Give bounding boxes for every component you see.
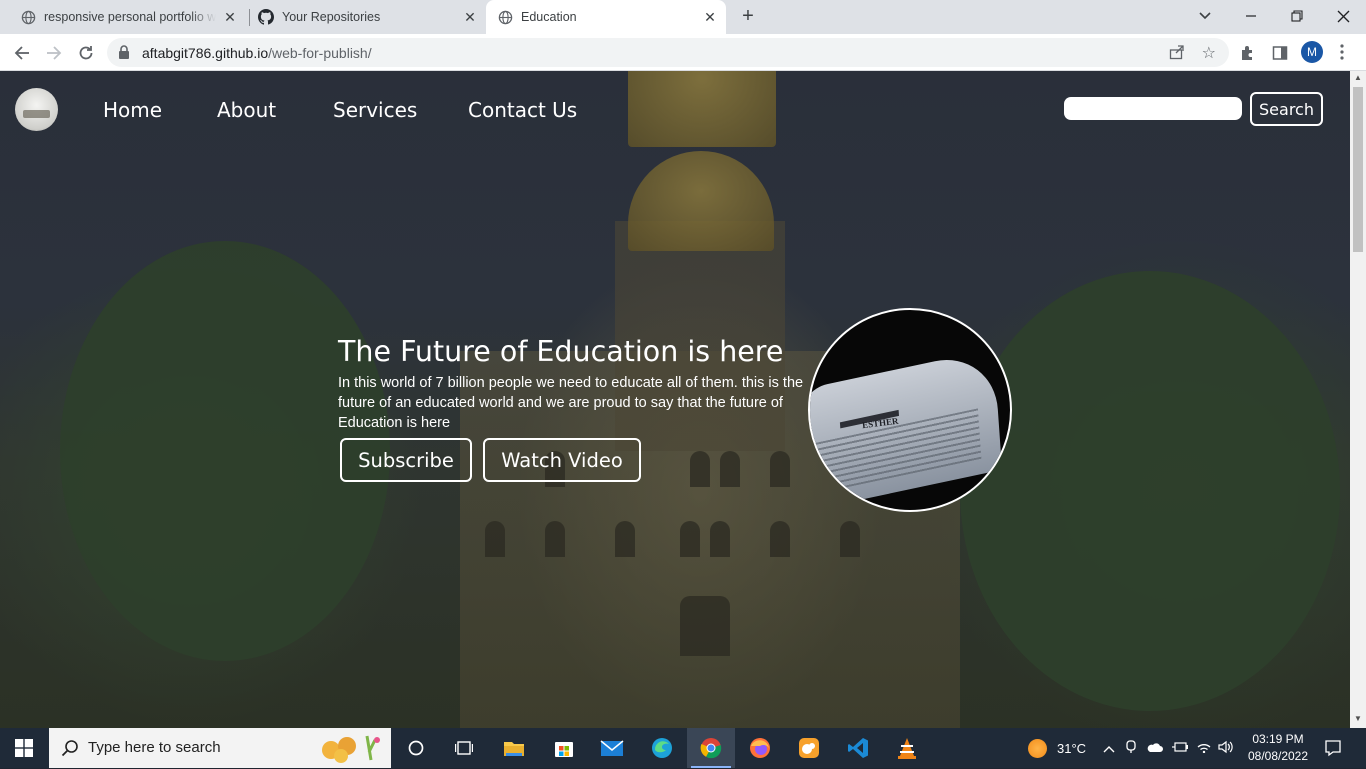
forward-arrow-icon[interactable] (43, 42, 65, 64)
meet-now-icon[interactable] (1125, 739, 1137, 757)
site-search-button[interactable]: Search (1250, 92, 1323, 126)
globe-icon (20, 9, 36, 25)
github-icon (258, 9, 274, 25)
tab-separator (249, 9, 250, 26)
more-menu-icon[interactable] (1339, 43, 1345, 63)
book-page (810, 348, 1003, 510)
close-window-icon[interactable] (1320, 0, 1366, 32)
subscribe-button[interactable]: Subscribe (340, 438, 472, 482)
cortana-icon[interactable] (392, 728, 440, 768)
window (615, 521, 635, 557)
battery-plug-icon[interactable] (1172, 741, 1188, 756)
page-viewport: Home About Services Contact Us Search Th… (0, 71, 1350, 728)
close-tab-icon[interactable]: ✕ (702, 9, 718, 25)
tab-strip: responsive personal portfolio website ✕ … (0, 0, 1366, 34)
task-view-icon[interactable] (440, 728, 488, 768)
sun-icon (1028, 738, 1047, 758)
url-host: aftabgit786.github.io (142, 45, 269, 61)
system-tray (1103, 728, 1234, 768)
extensions-puzzle-icon[interactable] (1238, 43, 1258, 63)
window (710, 521, 730, 557)
tab-title: Education (521, 10, 577, 24)
profile-avatar[interactable]: M (1301, 41, 1323, 63)
nav-services[interactable]: Services (333, 98, 417, 122)
tab-education[interactable]: Education ✕ (486, 0, 726, 34)
restore-icon[interactable] (1274, 0, 1320, 32)
window (720, 451, 740, 487)
side-panel-icon[interactable] (1270, 43, 1290, 63)
share-icon[interactable] (1169, 44, 1185, 65)
close-tab-icon[interactable]: ✕ (462, 9, 478, 25)
watch-video-button[interactable]: Watch Video (483, 438, 641, 482)
window (770, 521, 790, 557)
url-text: aftabgit786.github.io/web-for-publish/ (142, 45, 372, 61)
wifi-icon[interactable] (1197, 741, 1211, 756)
taskbar-search-box[interactable]: Type here to search (49, 728, 391, 768)
window (680, 521, 700, 557)
lock-icon[interactable] (118, 45, 130, 65)
notification-icon[interactable] (1324, 739, 1342, 762)
file-explorer-icon[interactable] (490, 728, 538, 768)
tab-portfolio[interactable]: responsive personal portfolio website ✕ (20, 0, 246, 34)
clock-time: 03:19 PM (1252, 732, 1304, 746)
vscode-icon[interactable] (834, 728, 882, 768)
minimize-icon[interactable] (1228, 0, 1274, 32)
tab-search-icon[interactable] (1196, 6, 1214, 24)
scroll-up-arrow-icon[interactable]: ▲ (1354, 73, 1362, 82)
clock-date: 08/08/2022 (1247, 749, 1309, 763)
firefox-icon[interactable] (736, 728, 784, 768)
nav-home[interactable]: Home (103, 98, 162, 122)
globe-icon (497, 9, 513, 25)
tree-right (960, 271, 1340, 711)
tab-title: responsive personal portfolio website (44, 10, 216, 24)
windows-start-icon[interactable] (0, 728, 48, 768)
uc-browser-icon[interactable] (785, 728, 833, 768)
edge-icon[interactable] (638, 728, 686, 768)
window (485, 521, 505, 557)
entrance-door (680, 596, 730, 656)
close-tab-icon[interactable]: ✕ (222, 9, 238, 25)
taskbar-clock[interactable]: 03:19 PM 08/08/2022 (1240, 731, 1316, 765)
scroll-down-arrow-icon[interactable]: ▼ (1354, 714, 1362, 723)
site-search-input[interactable] (1064, 97, 1242, 120)
hero-text: In this world of 7 billion people we nee… (338, 375, 804, 431)
tab-repositories[interactable]: Your Repositories ✕ (258, 0, 486, 34)
building-dome-top (628, 71, 776, 147)
windows-taskbar: Type here to search 31°C 03:19 PM 08/08/… (0, 728, 1366, 768)
browser-toolbar: aftabgit786.github.io/web-for-publish/ ☆… (0, 34, 1366, 71)
taskbar-search-placeholder: Type here to search (88, 739, 221, 756)
onedrive-cloud-icon[interactable] (1147, 741, 1163, 756)
bookmark-star-icon[interactable]: ☆ (1202, 43, 1216, 63)
window (770, 451, 790, 487)
scrollbar-thumb[interactable] (1353, 87, 1363, 252)
hero-title: The Future of Education is here (338, 335, 784, 368)
tab-title: Your Repositories (282, 10, 381, 24)
nav-contact-us[interactable]: Contact Us (468, 98, 577, 122)
search-highlight-illustration (317, 732, 385, 764)
search-icon (61, 739, 79, 762)
window-controls (1228, 0, 1366, 34)
weather-temperature: 31°C (1057, 740, 1087, 756)
nav-about[interactable]: About (217, 98, 276, 122)
hero-book-image: ESTHER (808, 308, 1012, 512)
window (545, 521, 565, 557)
window (840, 521, 860, 557)
chevron-up-icon[interactable] (1103, 741, 1115, 756)
chrome-taskbar-icon[interactable] (687, 728, 735, 768)
mail-icon[interactable] (588, 728, 636, 768)
page-scrollbar[interactable]: ▲ ▼ (1350, 71, 1366, 728)
microsoft-store-icon[interactable] (540, 728, 588, 768)
new-tab-button[interactable]: + (737, 6, 759, 28)
url-path: /web-for-publish/ (268, 45, 372, 61)
address-bar[interactable]: aftabgit786.github.io/web-for-publish/ ☆ (107, 38, 1229, 67)
vlc-icon[interactable] (883, 728, 931, 768)
back-arrow-icon[interactable] (11, 42, 33, 64)
reload-icon[interactable] (75, 42, 97, 64)
window (690, 451, 710, 487)
weather-widget[interactable]: 31°C (1028, 728, 1086, 768)
volume-icon[interactable] (1218, 740, 1234, 757)
site-logo[interactable] (15, 88, 58, 131)
